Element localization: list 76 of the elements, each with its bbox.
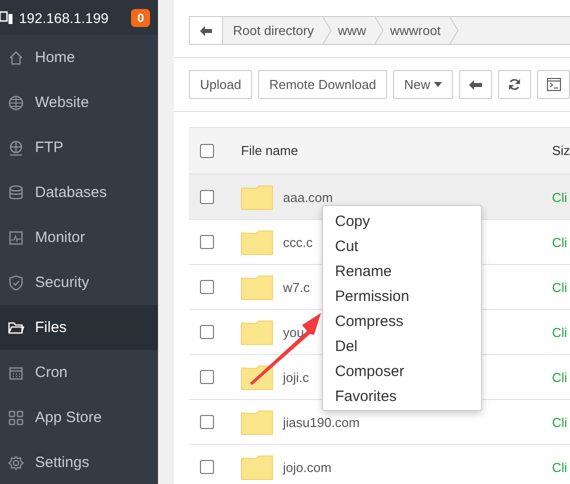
checkbox[interactable] bbox=[200, 415, 214, 429]
settings-icon bbox=[7, 454, 25, 472]
folder-icon bbox=[241, 274, 273, 300]
sidebar-label: Website bbox=[35, 94, 89, 111]
file-name[interactable]: joji.c bbox=[283, 370, 310, 384]
sidebar-label: Home bbox=[35, 49, 76, 66]
sidebar-item[interactable]: Files bbox=[0, 305, 158, 350]
menu-item[interactable]: Permission bbox=[323, 284, 481, 309]
menu-item[interactable]: Copy bbox=[323, 209, 481, 234]
sidebar-item[interactable]: Cron bbox=[0, 350, 158, 395]
folder-icon bbox=[241, 454, 273, 480]
sidebar-item[interactable]: Databases bbox=[0, 170, 158, 215]
column-header: File name bbox=[241, 143, 298, 158]
breadcrumb-item[interactable]: www bbox=[328, 17, 380, 44]
checkbox[interactable] bbox=[200, 190, 214, 204]
globe-icon bbox=[7, 94, 25, 112]
sidebar-label: Monitor bbox=[35, 229, 86, 246]
new-dropdown[interactable]: New bbox=[393, 70, 454, 99]
grid-icon bbox=[7, 408, 25, 426]
sidebar-label: Databases bbox=[35, 184, 107, 201]
folder-icon bbox=[241, 184, 273, 210]
sidebar-item[interactable]: Home bbox=[0, 35, 158, 80]
file-name[interactable]: you bbox=[283, 324, 304, 340]
sidebar-item[interactable]: Security bbox=[0, 260, 158, 305]
devices-icon bbox=[0, 10, 13, 25]
menu-item[interactable]: Cut bbox=[323, 234, 481, 259]
file-name[interactable]: aaa.com bbox=[283, 190, 333, 204]
arrow-left-icon bbox=[200, 26, 212, 36]
breadcrumb-item[interactable]: Root directory bbox=[223, 17, 328, 44]
folder-icon bbox=[241, 319, 273, 345]
file-name[interactable]: jiasu190.com bbox=[283, 414, 360, 430]
server-address: 192.168.1.199 bbox=[19, 10, 110, 26]
menu-item[interactable]: Rename bbox=[323, 259, 481, 284]
shield-check-icon bbox=[7, 274, 25, 292]
database-icon bbox=[7, 184, 25, 202]
caret-icon bbox=[434, 82, 442, 87]
sidebar-item[interactable]: Settings bbox=[0, 440, 158, 484]
sidebar-item[interactable]: App Store bbox=[0, 395, 158, 440]
sidebar-label: App Store bbox=[35, 409, 102, 426]
refresh-button[interactable] bbox=[498, 70, 532, 99]
monitor-chart-icon bbox=[7, 228, 25, 246]
refresh-icon bbox=[508, 78, 522, 91]
arrow-left-icon bbox=[469, 80, 482, 90]
sidebar-item[interactable]: FTP bbox=[0, 125, 158, 170]
home-icon bbox=[7, 48, 25, 66]
sidebar-item[interactable]: Monitor bbox=[0, 215, 158, 260]
menu-item[interactable]: Composer bbox=[323, 359, 481, 384]
back-button[interactable] bbox=[459, 70, 492, 99]
sidebar-label: Settings bbox=[35, 454, 90, 471]
menu-item[interactable]: Favorites bbox=[323, 384, 481, 409]
network-globe-icon bbox=[7, 138, 25, 156]
checkbox[interactable] bbox=[200, 235, 214, 249]
checkbox[interactable] bbox=[200, 280, 214, 294]
file-name[interactable]: ccc.c bbox=[283, 234, 313, 250]
toolbar-button[interactable]: Upload bbox=[189, 70, 252, 99]
breadcrumb-item[interactable]: wwwroot bbox=[380, 17, 455, 44]
sidebar-label: Security bbox=[35, 274, 90, 291]
checkbox[interactable] bbox=[200, 370, 214, 384]
sidebar-item[interactable]: Website bbox=[0, 80, 158, 125]
sidebar-label: Cron bbox=[35, 364, 68, 381]
checkbox[interactable] bbox=[200, 325, 214, 339]
menu-item[interactable]: Del bbox=[323, 334, 481, 359]
folder-icon bbox=[241, 409, 273, 435]
file-name[interactable]: jojo.com bbox=[283, 460, 332, 474]
sidebar-label: Files bbox=[35, 319, 67, 336]
terminal-icon bbox=[546, 78, 561, 91]
toolbar-button[interactable]: Remote Download bbox=[258, 70, 388, 99]
column-header: Siz bbox=[552, 143, 570, 158]
back-button[interactable] bbox=[190, 17, 223, 44]
sidebar-label: FTP bbox=[35, 139, 64, 156]
checkbox[interactable] bbox=[200, 144, 214, 158]
menu-item[interactable]: Compress bbox=[323, 309, 481, 334]
file-name[interactable]: w7.c bbox=[283, 280, 310, 294]
folder-icon bbox=[241, 229, 273, 255]
checkbox[interactable] bbox=[200, 460, 214, 474]
terminal-button[interactable] bbox=[537, 70, 570, 99]
